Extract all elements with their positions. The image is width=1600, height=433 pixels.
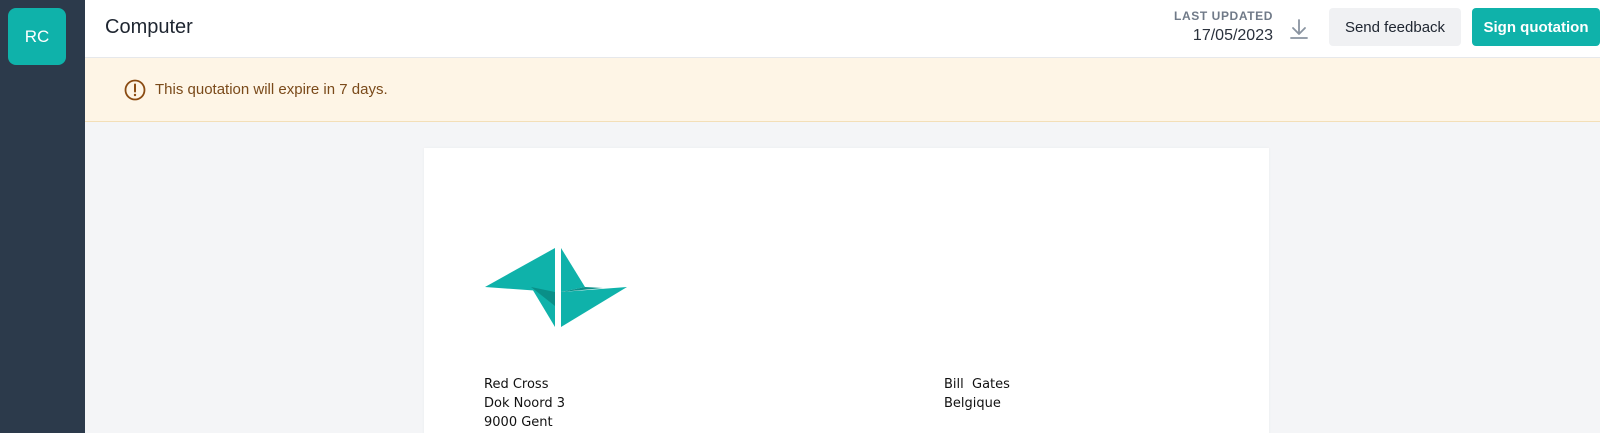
sender-line: Dok Noord 3 xyxy=(484,396,566,411)
avatar[interactable]: RC xyxy=(8,8,66,65)
sign-quotation-button[interactable]: Sign quotation xyxy=(1472,8,1600,46)
sender-address: Red Cross Dok Noord 3 9000 Gent xyxy=(484,375,565,432)
page-title: Computer xyxy=(105,16,193,38)
header: Computer LAST UPDATED 17/05/2023 Send fe… xyxy=(85,0,1600,58)
sender-line: 9000 Gent xyxy=(484,415,553,430)
sidebar: RC xyxy=(0,0,85,433)
quotation-document: Red Cross Dok Noord 3 9000 Gent Bill Gat… xyxy=(424,148,1269,433)
last-updated-date: 17/05/2023 xyxy=(1192,27,1273,44)
expiry-banner: This quotation will expire in 7 days. xyxy=(85,58,1600,122)
alert-circle-icon xyxy=(124,79,146,101)
banner-message: This quotation will expire in 7 days. xyxy=(155,81,388,98)
last-updated: LAST UPDATED 17/05/2023 xyxy=(1174,9,1273,45)
send-feedback-button[interactable]: Send feedback xyxy=(1329,8,1461,46)
company-logo xyxy=(485,248,627,333)
download-icon[interactable] xyxy=(1288,17,1310,41)
last-updated-label: LAST UPDATED xyxy=(1174,9,1273,23)
sender-line: Red Cross xyxy=(484,377,549,392)
recipient-address: Bill Gates Belgique xyxy=(944,375,1010,413)
recipient-line: Bill Gates xyxy=(944,377,1010,392)
recipient-line: Belgique xyxy=(944,396,1001,411)
